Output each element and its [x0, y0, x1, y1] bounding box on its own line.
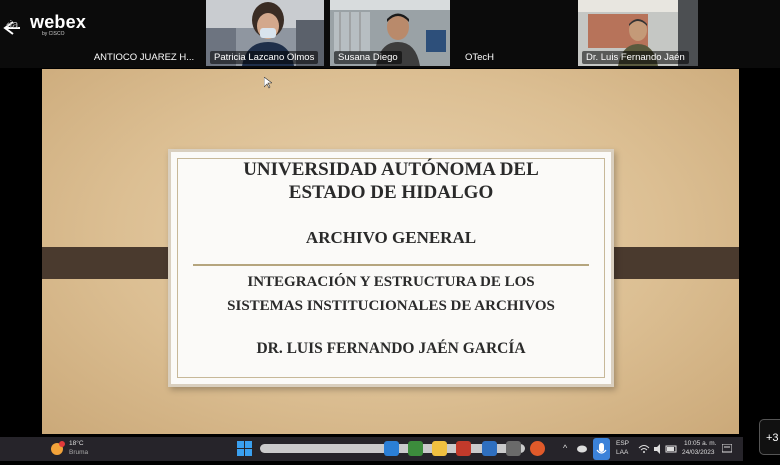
- weather-sun-icon: [51, 441, 65, 455]
- logo-text: webex: [30, 12, 87, 32]
- participant-name: ANTIOCO JUAREZ H...: [93, 52, 195, 63]
- participant-strip: ‹ia webex by CISCO ANTIOCO JUAREZ H... P…: [0, 0, 780, 68]
- microphone-button[interactable]: [593, 438, 610, 460]
- participant-tile[interactable]: ANTIOCO JUAREZ H...: [86, 0, 202, 66]
- slide-band-left: [42, 247, 182, 279]
- microphone-icon: [596, 443, 607, 454]
- participant-tile[interactable]: Patricia Lazcano Olmos: [206, 0, 324, 66]
- webex-logo: webex by CISCO: [30, 13, 86, 37]
- windows-taskbar: 18°C Bruma ^ ESP LAA 10:05 a. m. 24/03/2…: [0, 437, 743, 461]
- network-volume-battery-icons[interactable]: [638, 443, 678, 455]
- tray-chevron-icon[interactable]: ^: [563, 443, 567, 453]
- slide-title-line1: UNIVERSIDAD AUTÓNOMA DEL: [243, 159, 539, 180]
- folder-icon[interactable]: [432, 441, 447, 456]
- participant-tile[interactable]: Susana Diego: [330, 0, 450, 66]
- slide-department: ARCHIVO GENERAL: [305, 228, 477, 247]
- slide-title-card: UNIVERSIDAD AUTÓNOMA DEL ESTADO DE HIDAL…: [168, 149, 614, 387]
- weather-temperature: 18°C: [69, 440, 84, 447]
- header-back-text: ‹ia: [6, 19, 19, 31]
- app-icon[interactable]: [384, 441, 399, 456]
- clock-date[interactable]: 24/03/2023: [682, 449, 715, 456]
- weather-widget[interactable]: 18°C Bruma: [50, 440, 88, 461]
- mouse-cursor-icon: [264, 77, 272, 89]
- slide-topic: INTEGRACIÓN Y ESTRUCTURA DE LOS SISTEMAS…: [171, 270, 611, 318]
- slide-band-right: [599, 247, 739, 279]
- participant-name: Patricia Lazcano Olmos: [210, 51, 319, 64]
- shared-slide: UNIVERSIDAD AUTÓNOMA DEL ESTADO DE HIDAL…: [42, 69, 739, 434]
- clock-time[interactable]: 10:05 a. m.: [684, 440, 717, 447]
- notification-icon[interactable]: [722, 444, 732, 454]
- windows-start-icon[interactable]: [237, 441, 252, 456]
- participant-name: Susana Diego: [334, 51, 402, 64]
- app-icon[interactable]: [456, 441, 471, 456]
- slide-title: UNIVERSIDAD AUTÓNOMA DEL ESTADO DE HIDAL…: [171, 158, 611, 204]
- app-icon[interactable]: [506, 441, 521, 456]
- keyboard-layout[interactable]: LAA: [616, 449, 628, 456]
- participant-name: Dr. Luis Fernando Jaén: [582, 51, 689, 64]
- participant-name: OTecH: [465, 52, 495, 63]
- slide-title-line2: ESTADO DE HIDALGO: [288, 182, 494, 203]
- slide-topic-line1: INTEGRACIÓN Y ESTRUCTURA DE LOS: [247, 274, 535, 290]
- more-participants-button[interactable]: +3: [759, 419, 780, 455]
- cloud-icon[interactable]: [576, 443, 588, 453]
- language-code[interactable]: ESP: [616, 440, 629, 447]
- slide-divider: [193, 264, 589, 266]
- participant-tile[interactable]: Dr. Luis Fernando Jaén: [578, 0, 698, 66]
- slide-presenter: DR. LUIS FERNANDO JAÉN GARCÍA: [256, 340, 526, 357]
- weather-description: Bruma: [69, 449, 89, 456]
- slide-topic-line2: SISTEMAS INSTITUCIONALES DE ARCHIVOS: [227, 298, 555, 314]
- app-icon[interactable]: [530, 441, 545, 456]
- participant-tile[interactable]: OTecH: [455, 0, 497, 66]
- app-icon[interactable]: [408, 441, 423, 456]
- app-icon[interactable]: [482, 441, 497, 456]
